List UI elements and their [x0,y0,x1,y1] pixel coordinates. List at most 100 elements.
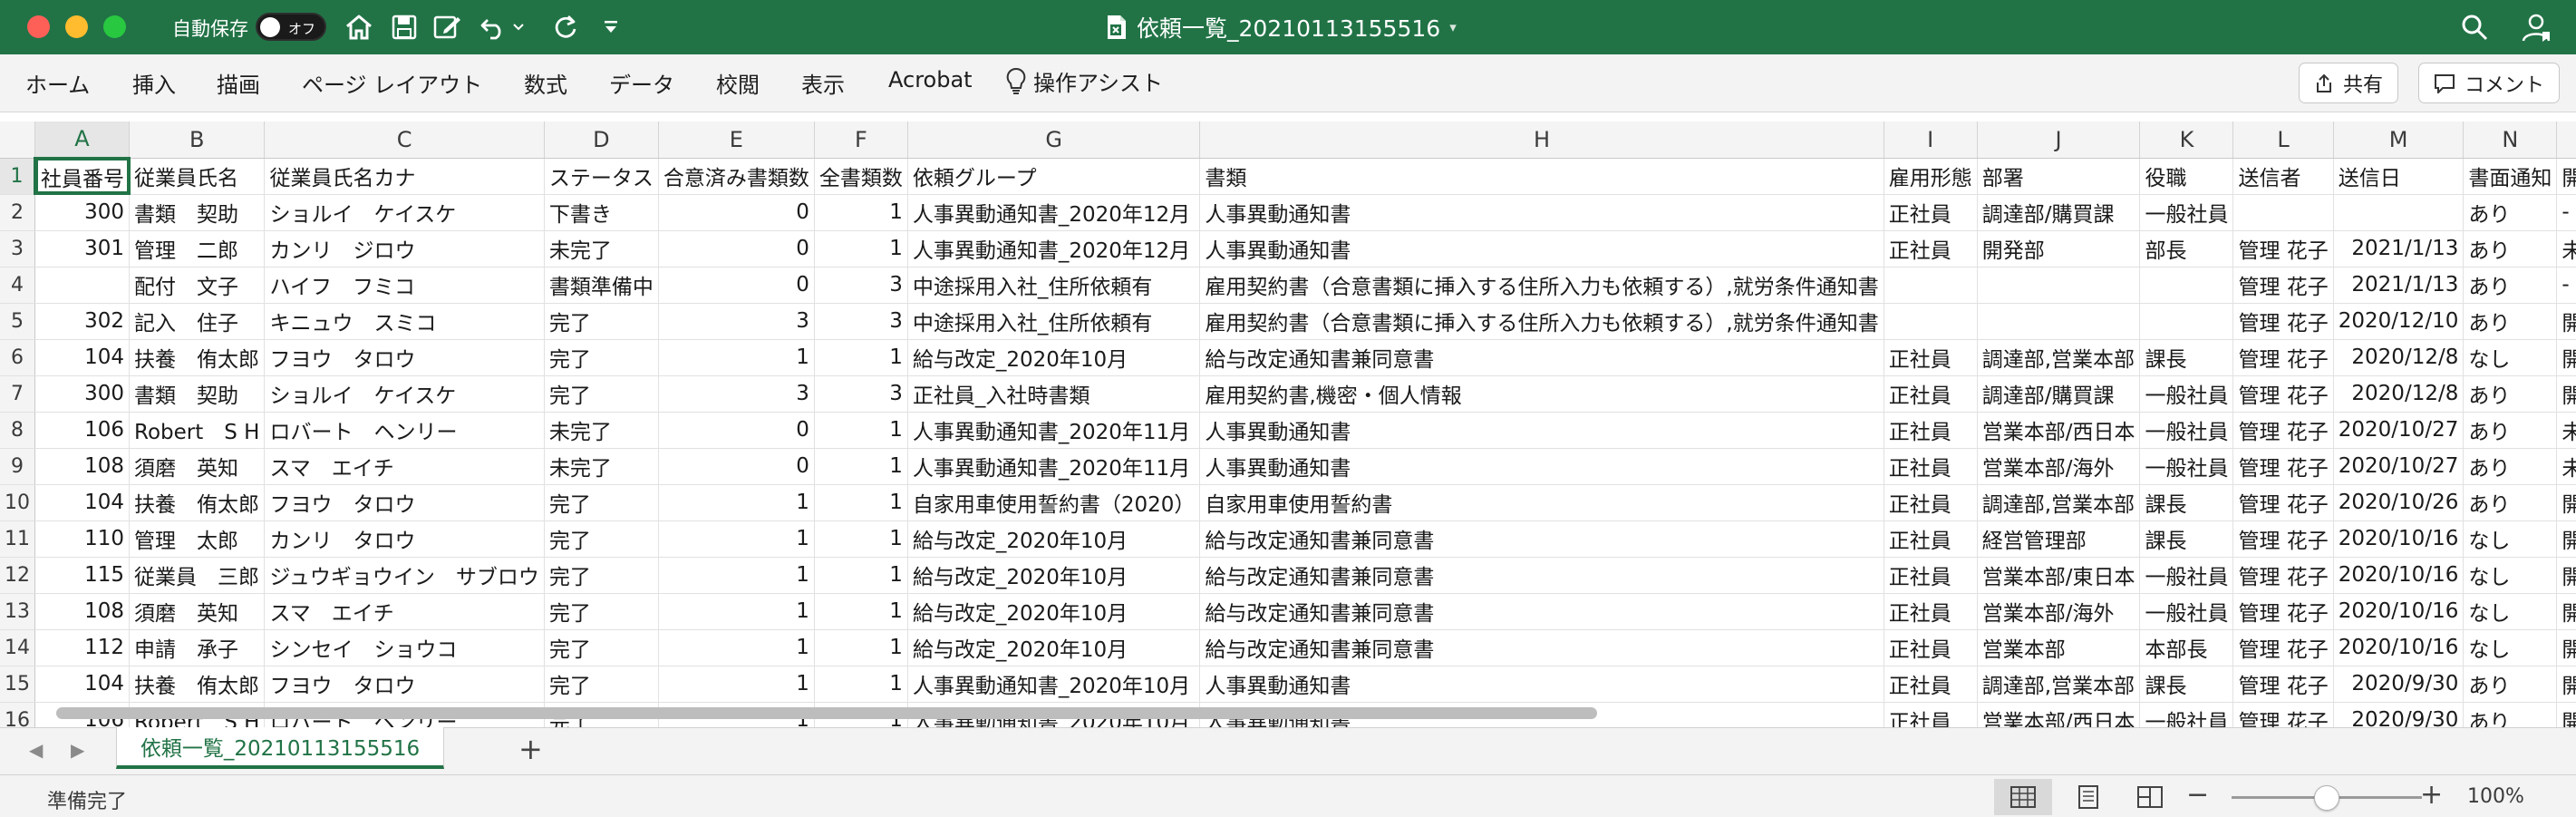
cell[interactable]: 自家用車使用誓約書（2020） [907,484,1201,521]
tab-insert[interactable]: 挿入 [132,67,176,99]
cell[interactable]: 完了 [544,666,659,703]
row-number[interactable]: 16 [0,702,35,727]
cell[interactable]: カンリ タロウ [264,520,545,558]
header-cell[interactable]: 書類 [1199,158,1884,195]
cell[interactable]: 完了 [544,629,659,666]
prev-sheet-icon[interactable]: ◀ [29,739,43,761]
header-cell[interactable]: 社員番号 [34,157,131,195]
cell[interactable]: 正社員 [1884,412,1978,449]
cell[interactable]: 0 [658,267,815,304]
cell[interactable]: 給与改定_2020年10月 [907,520,1201,558]
cell[interactable] [2139,267,2234,304]
cell[interactable]: 未完了 [544,230,659,267]
cell[interactable]: なし [2463,520,2558,558]
cell[interactable]: カンリ ジロウ [264,230,545,267]
cell[interactable]: ジュウギョウイン サブロウ [264,557,545,594]
cell[interactable]: あり [2463,666,2558,703]
column-header[interactable]: G [907,122,1201,159]
cell[interactable]: 一般社員 [2139,702,2234,727]
cell[interactable]: 下書き [544,194,659,231]
cell[interactable]: 1 [658,666,815,703]
cell[interactable]: 書類準備中 [544,267,659,304]
cell[interactable] [1884,267,1978,304]
cell[interactable]: 雇用契約書（合意書類に挿入する住所入力も依頼する）,就労条件通知書 [1199,267,1884,304]
cell[interactable]: 一般社員 [2139,448,2234,485]
column-header[interactable]: K [2139,122,2234,159]
cell[interactable]: 302 [34,303,130,340]
cell[interactable]: 配付 文子 [129,267,266,304]
cell[interactable]: 管理 花子 [2232,339,2334,376]
zoom-out-button[interactable]: − [2186,779,2209,811]
cell[interactable]: 開封済 [2556,520,2576,558]
cell[interactable]: 3 [814,267,908,304]
cell[interactable]: 正社員 [1884,230,1978,267]
cell[interactable]: 2020/9/30 [2333,666,2465,703]
cell[interactable]: 営業本部/海外 [1977,448,2141,485]
cell[interactable]: 2021/1/13 [2333,230,2465,267]
header-cell[interactable]: 送信者 [2232,158,2334,195]
add-sheet-button[interactable]: + [518,732,543,766]
column-header[interactable]: D [544,122,659,159]
cell[interactable]: 給与改定通知書兼同意書 [1199,557,1884,594]
cell[interactable]: 書類 契助 [129,194,266,231]
cell[interactable]: 課長 [2139,520,2234,558]
cell[interactable]: 未完了 [544,448,659,485]
cell[interactable]: 正社員 [1884,520,1978,558]
cell[interactable]: 3 [814,375,908,413]
cell[interactable]: 112 [34,629,130,666]
cell[interactable]: 1 [814,520,908,558]
cell[interactable]: 給与改定_2020年10月 [907,339,1201,376]
header-cell[interactable]: 従業員氏名カナ [264,158,545,195]
row-number[interactable]: 8 [0,412,35,449]
cell[interactable]: 一般社員 [2139,194,2234,231]
cell[interactable]: 本部長 [2139,629,2234,666]
cell[interactable]: 須磨 英知 [129,593,266,630]
tab-draw[interactable]: 描画 [217,67,260,99]
tab-review[interactable]: 校閲 [716,67,760,99]
cell[interactable]: 一般社員 [2139,375,2234,413]
cell[interactable]: 1 [658,593,815,630]
cell[interactable]: なし [2463,593,2558,630]
cell[interactable]: 給与改定_2020年10月 [907,629,1201,666]
cell[interactable]: 2020/9/30 [2333,702,2465,727]
cell[interactable]: 3 [658,375,815,413]
cell[interactable]: 108 [34,448,130,485]
cell[interactable]: 106 [34,412,130,449]
cell[interactable]: 正社員 [1884,448,1978,485]
cell[interactable]: 2020/12/8 [2333,339,2465,376]
cell[interactable]: 108 [34,593,130,630]
page-layout-view-icon[interactable] [2059,779,2117,815]
cell[interactable]: 0 [658,194,815,231]
zoom-in-button[interactable]: + [2420,779,2443,811]
cell[interactable]: スマ エイチ [264,448,545,485]
cell[interactable]: 2020/12/10 [2333,303,2465,340]
row-number[interactable]: 14 [0,629,35,666]
cell[interactable]: 給与改定通知書兼同意書 [1199,629,1884,666]
column-header[interactable]: L [2232,122,2334,159]
cell[interactable]: 2020/10/16 [2333,629,2465,666]
cell[interactable]: 開封済 [2556,557,2576,594]
cell[interactable]: 記入 住子 [129,303,266,340]
cell[interactable]: 雇用契約書（合意書類に挿入する住所入力も依頼する）,就労条件通知書 [1199,303,1884,340]
cell[interactable]: 完了 [544,375,659,413]
cell[interactable]: 完了 [544,303,659,340]
cell[interactable]: 管理 二郎 [129,230,266,267]
cell[interactable]: 部長 [2139,230,2234,267]
cell[interactable]: 1 [814,557,908,594]
cell[interactable]: 給与改定_2020年10月 [907,557,1201,594]
cell[interactable] [1884,303,1978,340]
cell[interactable] [2232,194,2334,231]
header-cell[interactable]: 送信日 [2333,158,2465,195]
column-header[interactable]: E [658,122,815,159]
cell[interactable]: 3 [814,303,908,340]
cell[interactable]: あり [2463,303,2558,340]
tab-acrobat[interactable]: Acrobat [888,67,973,92]
cell[interactable]: 301 [34,230,130,267]
cell[interactable]: 2021/1/13 [2333,267,2465,304]
cell[interactable]: 2020/10/16 [2333,520,2465,558]
cell[interactable]: 経営管理部 [1977,520,2141,558]
cell[interactable] [1977,267,2141,304]
cell[interactable]: 調達部/購買課 [1977,375,2141,413]
cell[interactable]: 自家用車使用誓約書 [1199,484,1884,521]
cell[interactable]: 須磨 英知 [129,448,266,485]
